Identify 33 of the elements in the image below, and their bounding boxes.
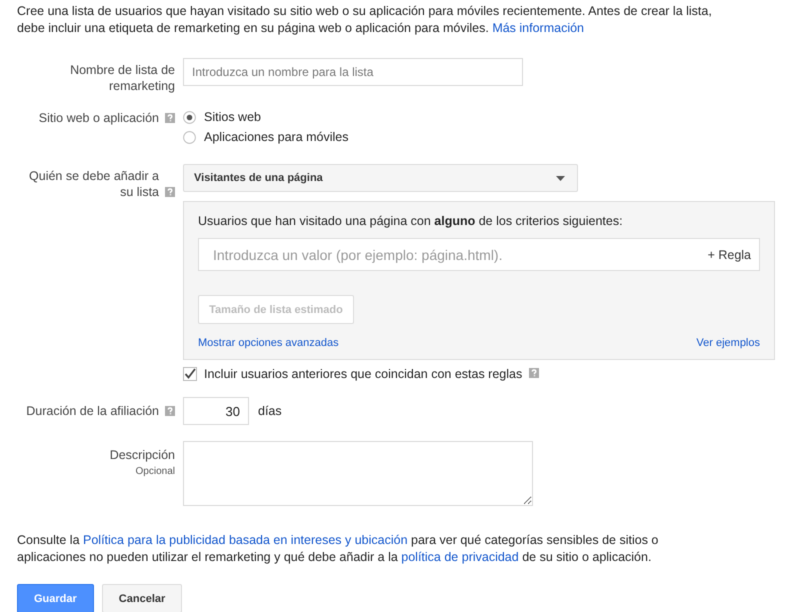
checkbox[interactable] [183, 367, 197, 381]
radio-option[interactable]: Sitios web [183, 110, 775, 124]
radio-icon[interactable] [183, 130, 196, 144]
optional-label: Opcional [134, 466, 175, 477]
examples-link[interactable]: Ver ejemplos [696, 337, 760, 349]
help-icon[interactable] [165, 406, 175, 416]
description-field[interactable] [183, 441, 533, 506]
checkbox-label: Incluir usuarios anteriores que coincidan con estas reglas [204, 367, 522, 381]
field-label: Duración de la afiliación [26, 403, 159, 419]
advanced-options-link[interactable]: Mostrar opciones avanzadas [198, 337, 339, 349]
radio-icon[interactable] [183, 110, 196, 124]
policy-link[interactable]: política de privacidad [401, 550, 519, 564]
criteria-text: Usuarios que han visitado una página con alguno de los criterios siguientes: [198, 214, 624, 228]
help-icon[interactable] [165, 187, 175, 197]
unit-label: días [258, 404, 282, 418]
field-label: Descripción [110, 447, 175, 463]
radio-option[interactable]: Aplicaciones para móviles [183, 130, 775, 144]
audience-dropdown[interactable]: Visitantes de una página [183, 164, 578, 192]
intro-text: Cree una lista de usuarios que hayan visitado su sitio web o su aplicación para móviles recientemente. Antes de crear la lista, debe incluir una etiqueta de remarketing en su página web o aplicación para móviles. Más información [17, 3, 713, 37]
help-icon[interactable] [529, 368, 540, 378]
field-label: Sitio web o aplicación [38, 110, 159, 126]
caret-icon [556, 176, 565, 180]
cancel-button[interactable]: Cancelar [102, 584, 182, 612]
help-icon[interactable] [165, 113, 175, 123]
add-rule-button[interactable]: + Regla [700, 248, 759, 262]
list-name-field[interactable]: Introduzca un nombre para la lista [183, 58, 523, 86]
policy-link[interactable]: Política para la publicidad basada en intereses y ubicación [83, 533, 408, 547]
more-info-link[interactable]: Más información [492, 21, 584, 35]
duration-field[interactable]: 30 [183, 397, 249, 425]
field-label: Quién se debe añadir a su lista [28, 168, 159, 200]
field-label: Nombre de lista de remarketing [69, 62, 175, 94]
rule-value-field[interactable]: Introduzca un valor (por ejemplo: página.html). + Regla [198, 238, 760, 271]
policy-text: Consulte la Política para la publicidad basada en intereses y ubicación para ver qué categorías sensibles de sitios o aplicaciones no pueden utilizar el remarketing y qué debe añadir a la política de privacidad de su sitio o aplicación. [17, 532, 660, 566]
